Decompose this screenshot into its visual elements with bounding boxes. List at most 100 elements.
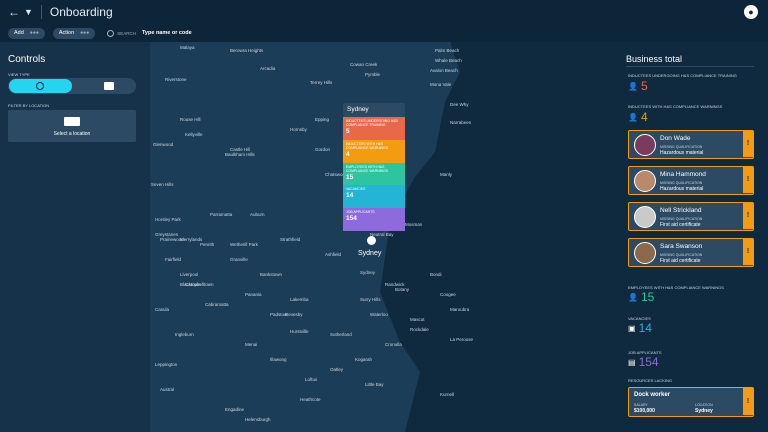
map-place-label: Bankstown [260, 272, 283, 277]
map-place-label: Wetherill Park [230, 242, 258, 247]
user-icon: 👤 [628, 81, 638, 91]
map-place-label: Hurstville [290, 329, 309, 334]
map-place-label: Kogarah [355, 357, 373, 362]
popup-row: VACANCIES 14 [343, 185, 405, 209]
map-place-label: Manly [440, 172, 453, 177]
back-arrow-icon[interactable]: ← [8, 5, 20, 19]
popup-row-label: EMPLOYEES WITH H&S COMPLIANCE WARNINGS [346, 164, 388, 173]
resource-card[interactable]: Dock worker SALARY $100,000 LOCATION Syd… [628, 387, 754, 417]
qualification-value: First aid certificate [660, 222, 701, 228]
map-place-label: Narrabeen [450, 120, 472, 125]
add-button[interactable]: Add ●●● [8, 27, 45, 39]
map-view-option[interactable] [9, 79, 72, 93]
map-place-label: Little Bay [365, 382, 384, 387]
map-place-label: Casula [155, 307, 170, 312]
location-card-icon [64, 117, 80, 126]
location-pin-icon[interactable] [367, 236, 377, 248]
card-view-icon[interactable] [104, 82, 114, 90]
map-place-label: Hornsby [290, 127, 307, 132]
map-place-label: Cronulla [385, 342, 402, 347]
map-place-label: Rouse Hill [180, 117, 201, 122]
map-place-label: Berowra Heights [230, 48, 264, 53]
action-button[interactable]: Action ●●● [52, 27, 96, 39]
person-name: Sara Swanson [660, 243, 703, 250]
person-card[interactable]: Sara Swanson MISSING QUALIFICATION First a… [628, 238, 754, 267]
warnings-count: 👤 4 [628, 110, 648, 124]
map-place-label: Ingleburn [175, 332, 194, 337]
map-place-label: Horsley Park [155, 217, 181, 222]
map-place-label: Granville [230, 257, 248, 262]
popup-row: INDUCTEES WITH H&S COMPLIANCE WARNINGS 4 [343, 139, 405, 163]
resource-title: Dock worker [634, 392, 671, 398]
globe-icon [36, 82, 44, 90]
select-location-button[interactable]: Select a location [8, 110, 136, 142]
top-bar: ← ▼ Onboarding ● [0, 0, 768, 24]
action-label: Action [58, 30, 75, 36]
map-place-label: Rockdale [410, 327, 429, 332]
popup-row-value: 154 [346, 215, 357, 223]
warning-icon: ! [743, 203, 753, 229]
briefcase-icon: ▤ [628, 357, 636, 367]
missing-qualification-label: MISSING QUALIFICATION [660, 217, 703, 221]
search-icon[interactable] [107, 29, 115, 37]
map-place-label: Malaya [180, 45, 195, 50]
warning-icon: ! [743, 167, 753, 193]
map-place-label: Avalon Beach [430, 68, 458, 73]
map[interactable]: Malaya Berowra Heights Cowan Creek Palm Bea… [150, 42, 615, 432]
map-place-label: Maroubra [450, 307, 470, 312]
avatar [634, 206, 656, 228]
map-place-label: Engadine [225, 407, 245, 412]
popup-row-label: INDUCTEES WITH H&S COMPLIANCE WARNINGS [346, 141, 388, 150]
map-place-label: Dee Why [450, 102, 469, 107]
qualification-value: Hazardous material [660, 186, 704, 192]
map-place-label: Panania [245, 292, 262, 297]
map-place-label: Palm Beach [435, 48, 460, 53]
qualification-value: First aid certificate [660, 258, 701, 264]
popup-title: Sydney [343, 103, 405, 117]
popup-row-value: 5 [346, 128, 350, 135]
map-place-label: Kellyville [185, 132, 203, 137]
map-place-label: Oatley [330, 367, 344, 372]
search-input[interactable]: Type name or code [142, 30, 192, 36]
select-location-label: Select a location [53, 131, 91, 137]
person-card[interactable]: Don Wade MISSING QUALIFICATION Hazardous m… [628, 130, 754, 159]
person-card[interactable]: Nell Strickland MISSING QUALIFICATION Firs… [628, 202, 754, 231]
map-place-label: La Perouse [450, 337, 474, 342]
salary-value: $100,000 [634, 408, 655, 414]
employees-value: 15 [640, 290, 655, 304]
filter-label: FILTER BY LOCATION [8, 103, 50, 108]
training-count: 👤 5 [628, 79, 648, 93]
vacancies-value: 14 [638, 321, 652, 335]
warning-icon: ! [743, 388, 753, 415]
chevron-down-icon[interactable]: ▼ [24, 7, 33, 17]
map-place-label: Helensburgh [245, 417, 271, 422]
map-place-label: Greystanes [155, 232, 179, 237]
map-place-label: Terrey Hills [310, 80, 333, 85]
person-card[interactable]: Mina Hammond MISSING QUALIFICATION Hazardo… [628, 166, 754, 195]
map-place-label: Mascot [410, 317, 425, 322]
applicants-value: 154 [638, 355, 659, 369]
divider [626, 66, 754, 67]
missing-qualification-label: MISSING QUALIFICATION [660, 253, 703, 257]
user-icon[interactable]: ● [744, 5, 758, 19]
view-type-label: VIEW TYPE [8, 72, 30, 77]
map-place-label: Lakemba [290, 297, 309, 302]
map-place-label: Surry Hills [360, 297, 381, 302]
location-label: LOCATION [695, 403, 713, 407]
map-place-label: Parramatta [210, 212, 233, 217]
user-icon: 👤 [628, 112, 638, 122]
avatar [634, 134, 656, 156]
map-left-area[interactable] [0, 42, 150, 432]
person-name: Mina Hammond [660, 171, 706, 178]
map-place-label: Seven Hills [151, 182, 174, 187]
location-value: Sydney [695, 408, 713, 414]
popup-row-value: 4 [346, 150, 350, 158]
location-popup[interactable]: Sydney INDUCTEES UNDERGOING H&S COMPLIAN… [343, 103, 405, 231]
view-type-toggle[interactable] [8, 78, 136, 94]
page-title: Onboarding [49, 5, 113, 19]
map-place-label: Coogee [440, 292, 456, 297]
map-place-label: Blacktown [180, 282, 201, 287]
pin-label: Sydney [358, 250, 382, 257]
map-coastline [380, 42, 615, 432]
map-place-label: Penrith [200, 242, 215, 247]
